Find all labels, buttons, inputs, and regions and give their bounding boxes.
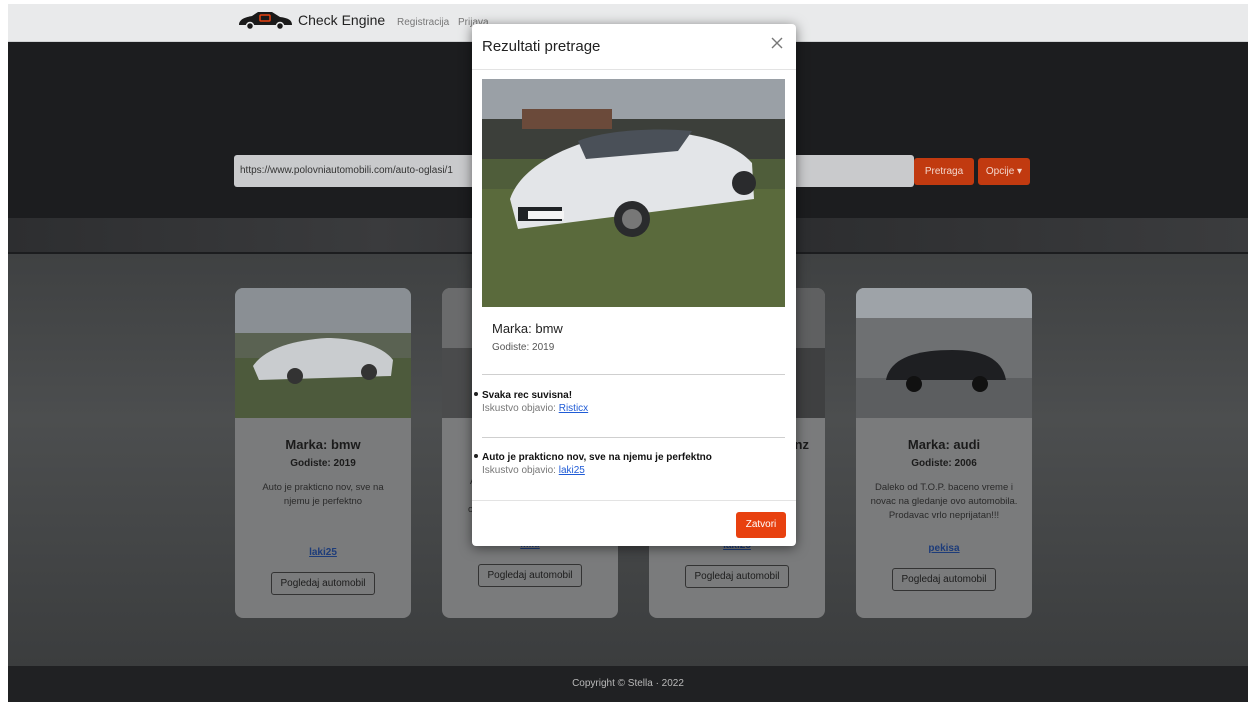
review-meta-prefix: Iskustvo objavio: (482, 403, 556, 414)
card-title: Marka: bmw (285, 437, 361, 452)
car-brand: Marka: bmw (492, 321, 563, 336)
view-car-button[interactable]: Pogledaj automobil (892, 568, 996, 591)
modal-footer-divider (472, 500, 796, 501)
car-card: Marka: audi Godiste: 2006 Daleko od T.O.… (856, 288, 1032, 618)
caret-down-icon: ▾ (1017, 166, 1023, 177)
modal-title: Rezultati pretrage (482, 38, 601, 55)
divider (482, 437, 785, 438)
close-icon[interactable] (768, 34, 786, 52)
card-year: Godiste: 2019 (290, 458, 356, 469)
review-text: Auto je prakticno nov, sve na njemu je p… (482, 452, 712, 463)
footer: Copyright © Stella · 2022 (8, 666, 1248, 702)
card-user-link[interactable]: laki25 (235, 547, 411, 558)
modal-header: Rezultati pretrage (472, 24, 796, 70)
card-user-link[interactable]: pekisa (856, 543, 1032, 554)
review-user-link[interactable]: Risticx (559, 403, 588, 414)
bullet (474, 392, 478, 396)
car-logo-icon (239, 12, 292, 30)
search-button[interactable]: Pretraga (914, 158, 974, 185)
divider (482, 374, 785, 375)
review-user-link[interactable]: laki25 (559, 465, 585, 476)
close-button[interactable]: Zatvori (736, 512, 786, 538)
car-image (235, 288, 411, 418)
options-label: Opcije (985, 166, 1015, 177)
card-text: Auto je prakticno nov, sve na njemu je p… (262, 482, 384, 507)
review-text: Svaka rec suvisna! (482, 390, 573, 401)
card-year: Godiste: 2006 (911, 458, 977, 469)
view-car-button[interactable]: Pogledaj automobil (685, 565, 789, 588)
view-car-button[interactable]: Pogledaj automobil (271, 572, 375, 595)
review-meta: Iskustvo objavio: laki25 (482, 465, 585, 476)
nav-link-registracija[interactable]: Registracija (397, 17, 449, 28)
view-car-button[interactable]: Pogledaj automobil (478, 564, 582, 587)
review-meta-prefix: Iskustvo objavio: (482, 465, 556, 476)
bullet (474, 454, 478, 458)
card-text: Daleko od T.O.P. baceno vreme i novac na… (870, 482, 1018, 521)
car-year: Godiste: 2019 (492, 342, 555, 353)
brand[interactable]: Check Engine (236, 10, 385, 30)
review-meta: Iskustvo objavio: Risticx (482, 403, 588, 414)
search-results-modal: Rezultati pretrage Marka: bmw Godiste: 2… (472, 24, 796, 546)
car-image (856, 288, 1032, 418)
car-photo (482, 79, 785, 307)
brand-name: Check Engine (298, 12, 386, 28)
options-dropdown-button[interactable]: Opcije ▾ (978, 158, 1030, 185)
car-card: Marka: bmw Godiste: 2019 Auto je praktic… (235, 288, 411, 618)
card-title: Marka: audi (907, 437, 981, 452)
